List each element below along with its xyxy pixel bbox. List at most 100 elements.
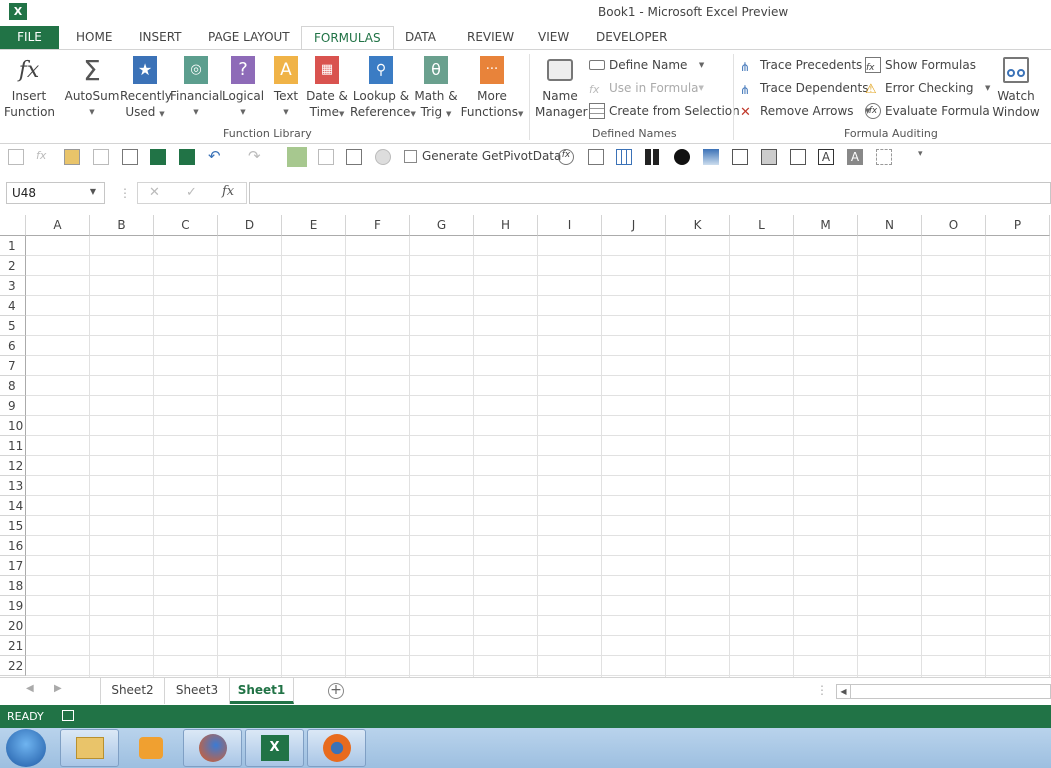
generate-getpivotdata-checkbox[interactable] — [404, 150, 417, 163]
row-header-13[interactable]: 13 — [0, 476, 26, 496]
formula-input[interactable] — [249, 182, 1051, 204]
column-header-l[interactable]: L — [730, 215, 794, 236]
select-all-corner[interactable] — [0, 215, 26, 236]
cancel-icon[interactable]: ✕ — [149, 185, 160, 200]
trace-dependents-button[interactable]: ⋔ Trace Dependents — [740, 78, 868, 98]
fx-disabled-icon[interactable]: fx — [36, 149, 52, 165]
firefox-taskbar-icon[interactable] — [183, 729, 242, 767]
sort-icon[interactable] — [8, 149, 24, 165]
trace-precedents-button[interactable]: ⋔ Trace Precedents — [740, 55, 862, 75]
explorer-taskbar-icon[interactable] — [60, 729, 119, 767]
row-header-16[interactable]: 16 — [0, 536, 26, 556]
column-header-o[interactable]: O — [922, 215, 986, 236]
scroll-left-arrow-icon[interactable]: ◀ — [837, 685, 851, 698]
spreadsheet-grid[interactable]: A B C D E F G H I J K L M N O P 1 2 3 4 5 6 7 8 9 10 11 12 13 14 15 16 1… — [0, 215, 1051, 677]
name-box[interactable]: U48 ▼ — [6, 182, 105, 204]
scroll-left-icon[interactable]: ◀ — [26, 683, 34, 694]
sheet-tab-sheet3[interactable]: Sheet3 — [165, 678, 230, 704]
splitter-icon[interactable]: ⋮ — [816, 683, 828, 697]
media-player-taskbar-icon[interactable] — [121, 729, 180, 767]
tab-developer[interactable]: DEVELOPER — [584, 26, 679, 50]
row-header-15[interactable]: 15 — [0, 516, 26, 536]
clipboard-icon[interactable] — [93, 149, 109, 165]
column-header-a[interactable]: A — [26, 215, 90, 236]
column-header-m[interactable]: M — [794, 215, 858, 236]
insert-function-button[interactable]: fx Insert Function — [4, 55, 55, 120]
column-header-n[interactable]: N — [858, 215, 922, 236]
grid-icon[interactable] — [616, 149, 632, 165]
row-header-21[interactable]: 21 — [0, 636, 26, 656]
column-header-g[interactable]: G — [410, 215, 474, 236]
row-header-8[interactable]: 8 — [0, 376, 26, 396]
column-header-c[interactable]: C — [154, 215, 218, 236]
form-icon[interactable] — [790, 149, 806, 165]
new-document-icon[interactable] — [122, 149, 138, 165]
select-objects-icon[interactable] — [876, 149, 892, 165]
row-header-3[interactable]: 3 — [0, 276, 26, 296]
sheet-tab-sheet2[interactable]: Sheet2 — [100, 678, 165, 704]
refresh-icon[interactable] — [318, 149, 334, 165]
tab-home[interactable]: HOME — [64, 26, 124, 50]
row-header-18[interactable]: 18 — [0, 576, 26, 596]
row-header-10[interactable]: 10 — [0, 416, 26, 436]
autosum-button[interactable]: Σ AutoSum ▼ — [64, 54, 120, 120]
lookup-reference-button[interactable]: ⚲ Lookup & Reference▼ — [350, 55, 416, 122]
error-checking-button[interactable]: ⚠ Error Checking ▼ — [865, 78, 990, 98]
define-name-button[interactable]: Define Name ▼ — [589, 55, 704, 75]
column-header-b[interactable]: B — [90, 215, 154, 236]
create-from-selection-button[interactable]: Create from Selection — [589, 101, 740, 121]
horizontal-scrollbar[interactable]: ◀ — [836, 684, 1051, 699]
column-header-j[interactable]: J — [602, 215, 666, 236]
circle-icon[interactable] — [375, 149, 391, 165]
excel-file-icon[interactable] — [150, 149, 166, 165]
chart-icon[interactable] — [703, 149, 719, 165]
insert-function-fx-icon[interactable]: fx — [222, 184, 234, 199]
row-header-11[interactable]: 11 — [0, 436, 26, 456]
insert-function-small-icon[interactable]: fx — [558, 149, 574, 165]
column-header-k[interactable]: K — [666, 215, 730, 236]
sheet-tab-sheet1[interactable]: Sheet1 — [230, 678, 294, 704]
evaluate-formula-button[interactable]: fx Evaluate Formula — [865, 101, 990, 121]
undo-icon[interactable]: ↶ — [208, 149, 224, 165]
column-header-h[interactable]: H — [474, 215, 538, 236]
eight-ball-icon[interactable] — [674, 149, 690, 165]
calculate-icon[interactable] — [588, 149, 604, 165]
row-header-20[interactable]: 20 — [0, 616, 26, 636]
column-header-i[interactable]: I — [538, 215, 602, 236]
row-header-22[interactable]: 22 — [0, 656, 26, 676]
more-functions-button[interactable]: ··· More Functions▼ — [460, 55, 524, 122]
new-sheet-icon[interactable]: + — [328, 683, 344, 699]
tab-file[interactable]: FILE — [0, 26, 59, 50]
row-header-19[interactable]: 19 — [0, 596, 26, 616]
tab-formulas[interactable]: FORMULAS — [301, 26, 394, 51]
row-header-6[interactable]: 6 — [0, 336, 26, 356]
wordart-icon[interactable]: A — [847, 149, 863, 165]
excel-taskbar-icon[interactable]: X — [245, 729, 304, 767]
textbox-icon[interactable]: A — [818, 149, 834, 165]
column-header-e[interactable]: E — [282, 215, 346, 236]
row-header-17[interactable]: 17 — [0, 556, 26, 576]
table-icon[interactable] — [645, 149, 661, 165]
watch-window-button[interactable]: Watch Window — [990, 55, 1042, 120]
row-header-5[interactable]: 5 — [0, 316, 26, 336]
remove-arrows-button[interactable]: ✕ Remove Arrows ▼ — [740, 101, 870, 121]
enter-icon[interactable]: ✓ — [186, 185, 197, 200]
customize-toolbar-icon[interactable]: ▾ — [918, 149, 934, 165]
tab-data[interactable]: DATA — [393, 26, 448, 50]
row-header-12[interactable]: 12 — [0, 456, 26, 476]
highlight-icon[interactable] — [287, 147, 307, 167]
column-header-d[interactable]: D — [218, 215, 282, 236]
text-button[interactable]: A Text ▼ — [268, 55, 304, 120]
macro-record-icon[interactable] — [62, 710, 74, 721]
column-header-f[interactable]: F — [346, 215, 410, 236]
chevron-down-icon[interactable]: ▼ — [90, 187, 96, 196]
tab-insert[interactable]: INSERT — [127, 26, 194, 50]
row-header-7[interactable]: 7 — [0, 356, 26, 376]
row-header-1[interactable]: 1 — [0, 236, 26, 256]
column-header-p[interactable]: P — [986, 215, 1050, 236]
camera-video-icon[interactable] — [732, 149, 748, 165]
start-button-icon[interactable] — [6, 729, 46, 767]
tab-page-layout[interactable]: PAGE LAYOUT — [196, 26, 302, 50]
row-header-9[interactable]: 9 — [0, 396, 26, 416]
scroll-right-icon[interactable]: ▶ — [54, 683, 62, 694]
